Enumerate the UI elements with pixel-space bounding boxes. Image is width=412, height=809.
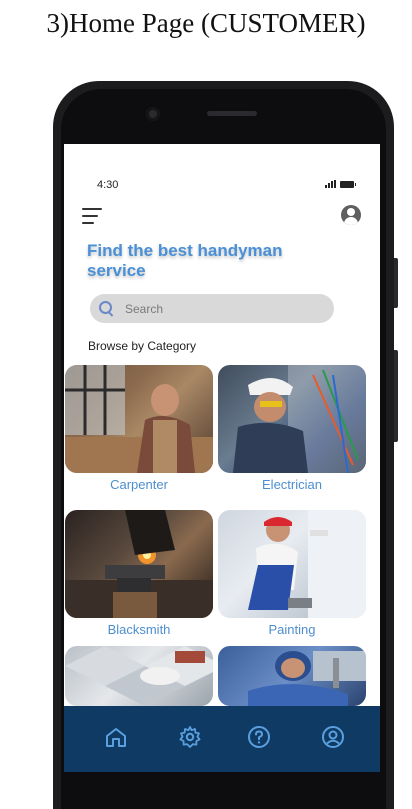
status-icons [325, 180, 356, 188]
nav-settings[interactable] [177, 724, 203, 750]
category-section-label: Browse by Category [88, 339, 197, 353]
painting-photo [248, 510, 366, 618]
help-icon [248, 726, 270, 748]
speaker-grille [207, 111, 257, 116]
app-screen: 4:30 Find the best handyman service Brow… [64, 144, 380, 772]
carpenter-photo [65, 365, 213, 473]
category-label-blacksmith[interactable]: Blacksmith [65, 622, 213, 637]
blacksmith-photo [65, 510, 213, 618]
electrician-photo [233, 365, 366, 473]
plumbing-photo [248, 651, 366, 706]
search-input[interactable] [123, 300, 327, 317]
page-headline: Find the best handyman service [87, 241, 283, 280]
category-label-painting[interactable]: Painting [218, 622, 366, 637]
power-button [394, 350, 398, 442]
category-label-electrician[interactable]: Electrician [218, 477, 366, 492]
bottom-navigation-bar [64, 706, 380, 772]
nav-profile[interactable] [320, 724, 346, 750]
battery-icon [340, 181, 356, 188]
nav-help[interactable] [246, 724, 272, 750]
tiling-photo [65, 646, 213, 706]
category-card-carpenter[interactable] [65, 365, 213, 473]
search-icon [99, 300, 115, 317]
home-icon [106, 728, 126, 747]
category-card-electrician[interactable] [218, 365, 366, 473]
status-time: 4:30 [97, 179, 119, 191]
signal-icon [325, 180, 336, 188]
category-label-carpenter[interactable]: Carpenter [65, 477, 213, 492]
category-card-plumbing[interactable] [218, 646, 366, 706]
category-card-blacksmith[interactable] [65, 510, 213, 618]
nav-home[interactable] [103, 724, 129, 750]
search-bar[interactable] [90, 294, 334, 323]
settings-icon [179, 726, 201, 748]
profile-icon [322, 726, 344, 748]
menu-icon[interactable] [82, 208, 102, 224]
category-card-tiling[interactable] [65, 646, 213, 706]
document-title: 3)Home Page (CUSTOMER) [46, 8, 366, 38]
profile-icon[interactable] [341, 205, 361, 225]
category-card-painting[interactable] [218, 510, 366, 618]
camera-icon [146, 107, 160, 121]
volume-button [394, 258, 398, 308]
